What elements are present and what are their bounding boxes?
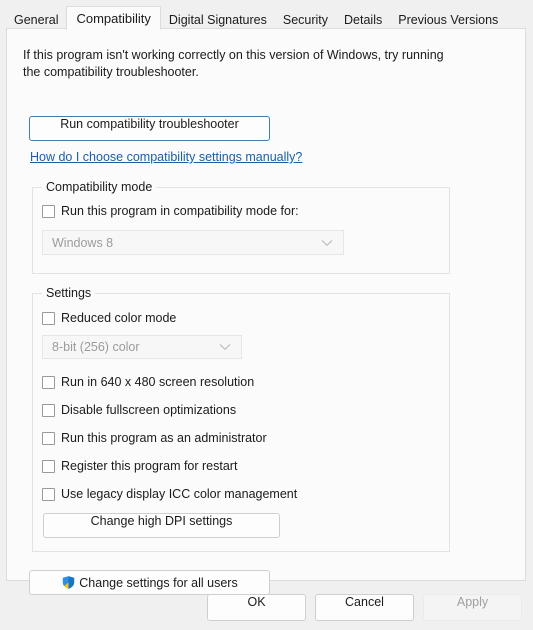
change-high-dpi-settings-button[interactable]: Change high DPI settings: [43, 513, 280, 538]
tab-strip: General Compatibility Digital Signatures…: [6, 4, 506, 30]
change-settings-all-users-label: Change settings for all users: [79, 575, 238, 590]
legacy-icc-color-management-checkbox-row[interactable]: Use legacy display ICC color management: [42, 487, 297, 501]
run-in-compatibility-mode-label: Run this program in compatibility mode f…: [61, 204, 299, 218]
reduced-color-mode-label: Reduced color mode: [61, 311, 177, 325]
color-depth-dropdown[interactable]: 8-bit (256) color: [42, 335, 242, 359]
tab-compatibility[interactable]: Compatibility: [66, 6, 161, 30]
reduced-color-mode-checkbox[interactable]: [42, 311, 55, 325]
disable-fullscreen-optimizations-checkbox[interactable]: [42, 403, 55, 417]
tab-general[interactable]: General: [6, 9, 66, 30]
intro-text: If this program isn't working correctly …: [23, 48, 444, 79]
register-for-restart-checkbox[interactable]: [42, 459, 55, 473]
compatibility-os-value: Windows 8: [52, 235, 114, 250]
ok-button[interactable]: OK: [207, 594, 306, 621]
change-settings-all-users-button[interactable]: Change settings for all users: [29, 570, 270, 595]
disable-fullscreen-optimizations-label: Disable fullscreen optimizations: [61, 403, 237, 417]
legacy-icc-color-management-label: Use legacy display ICC color management: [61, 487, 298, 501]
compatibility-mode-legend: Compatibility mode: [42, 180, 157, 194]
cancel-button[interactable]: Cancel: [315, 594, 414, 621]
tab-content-panel: If this program isn't working correctly …: [6, 28, 526, 595]
run-640x480-label: Run in 640 x 480 screen resolution: [61, 375, 255, 389]
apply-button: Apply: [423, 594, 522, 621]
legacy-icc-color-management-checkbox[interactable]: [42, 487, 55, 501]
run-640x480-checkbox[interactable]: [42, 375, 55, 389]
tab-security[interactable]: Security: [275, 9, 336, 30]
run-as-administrator-checkbox[interactable]: [42, 431, 55, 445]
uac-shield-icon: [61, 575, 76, 590]
reduced-color-mode-checkbox-row[interactable]: Reduced color mode: [42, 311, 176, 325]
tab-digital-signatures[interactable]: Digital Signatures: [161, 9, 275, 30]
chevron-down-icon: [321, 239, 333, 247]
choose-settings-manually-link[interactable]: How do I choose compatibility settings m…: [30, 150, 302, 164]
run-640x480-checkbox-row[interactable]: Run in 640 x 480 screen resolution: [42, 375, 254, 389]
run-as-administrator-label: Run this program as an administrator: [61, 431, 267, 445]
run-in-compatibility-mode-checkbox-row[interactable]: Run this program in compatibility mode f…: [42, 204, 299, 218]
run-in-compatibility-mode-checkbox[interactable]: [42, 204, 55, 218]
tab-previous-versions[interactable]: Previous Versions: [390, 9, 506, 30]
register-for-restart-checkbox-row[interactable]: Register this program for restart: [42, 459, 237, 473]
compatibility-os-dropdown[interactable]: Windows 8: [42, 230, 344, 255]
color-depth-value: 8-bit (256) color: [52, 340, 140, 354]
settings-legend: Settings: [42, 286, 96, 300]
tab-details[interactable]: Details: [336, 9, 390, 30]
register-for-restart-label: Register this program for restart: [61, 459, 238, 473]
run-compatibility-troubleshooter-button[interactable]: Run compatibility troubleshooter: [29, 116, 270, 141]
run-as-administrator-checkbox-row[interactable]: Run this program as an administrator: [42, 431, 267, 445]
properties-dialog: General Compatibility Digital Signatures…: [0, 0, 533, 630]
disable-fullscreen-optimizations-checkbox-row[interactable]: Disable fullscreen optimizations: [42, 403, 236, 417]
chevron-down-icon: [219, 343, 231, 351]
